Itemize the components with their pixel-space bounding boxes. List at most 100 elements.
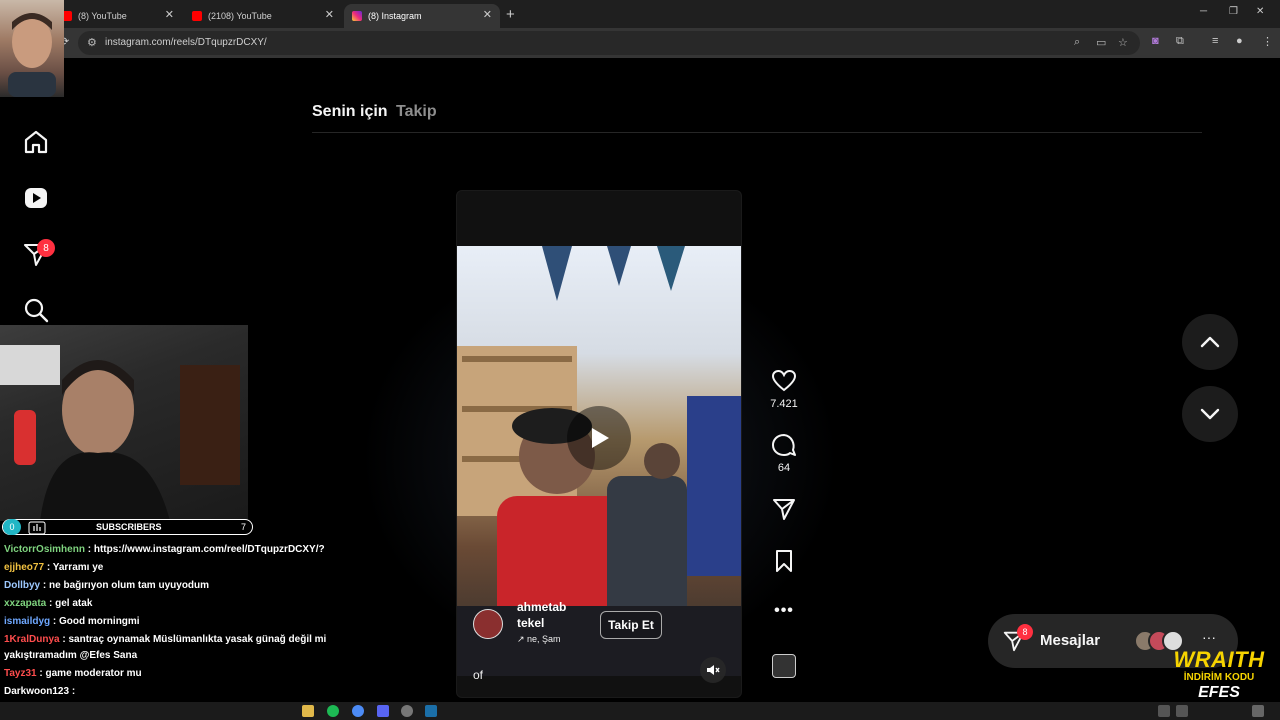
like-button[interactable]	[768, 368, 800, 399]
app-icon[interactable]	[401, 705, 413, 717]
profile-icon[interactable]: ●	[1236, 35, 1243, 47]
follow-button[interactable]: Takip Et	[600, 611, 662, 639]
search-icon[interactable]	[22, 296, 50, 324]
chat-text: yakıştıramadım @Efes Sana	[4, 650, 138, 661]
notifications-icon[interactable]	[1252, 705, 1264, 717]
cast-icon[interactable]: ▭	[1096, 36, 1106, 49]
mute-button[interactable]	[700, 657, 726, 683]
notification-badge: 8	[37, 239, 55, 257]
network-icon[interactable]	[1176, 705, 1188, 717]
tabs-divider	[312, 132, 1202, 133]
browser-tab-bar: (8) YouTube ✕ (2108) YouTube ✕ (8) Insta…	[0, 0, 1280, 28]
next-reel-button[interactable]	[1182, 386, 1238, 442]
sponsor-code-label: İNDİRİM KODU	[1183, 672, 1255, 683]
chat-text: : Yarramı ye	[46, 562, 104, 573]
address-bar[interactable]: ⚙ instagram.com/reels/DTqupzrDCXY/ ⌕ ▭ ☆	[78, 31, 1140, 55]
reel-video-frame[interactable]	[457, 246, 741, 676]
chat-username: VictorrOsimhenn	[4, 544, 85, 555]
chat-username: Tayz31	[4, 668, 37, 679]
tab-youtube-2[interactable]: (2108) YouTube ✕	[184, 4, 342, 28]
discord-icon[interactable]	[377, 705, 389, 717]
close-tab-icon[interactable]: ✕	[325, 8, 334, 21]
webcam-person	[8, 13, 56, 97]
share-button[interactable]	[768, 496, 800, 527]
subscribers-count: 7	[240, 522, 246, 532]
chat-text: : santraç oynamak Müslümanlıkta yasak gü…	[62, 634, 327, 645]
play-icon	[592, 428, 609, 448]
tray-icon[interactable]	[1158, 705, 1170, 717]
media-queue-icon[interactable]: ≡	[1212, 35, 1218, 47]
comment-count: 64	[777, 462, 791, 474]
minimize-icon[interactable]: ─	[1200, 6, 1207, 17]
chrome-icon[interactable]	[352, 705, 364, 717]
tab-for-you[interactable]: Senin için	[312, 103, 388, 121]
subscribers-label: SUBSCRIBERS	[96, 522, 162, 532]
zoom-icon[interactable]: ⌕	[1074, 36, 1080, 49]
chevron-up-icon	[1200, 336, 1220, 348]
previous-reel-button[interactable]	[1182, 314, 1238, 370]
messages-more-icon[interactable]: ···	[1202, 629, 1216, 645]
tab-instagram[interactable]: (8) Instagram ✕	[344, 4, 500, 28]
save-button[interactable]	[768, 548, 800, 579]
home-icon[interactable]	[22, 128, 50, 156]
site-info-icon[interactable]: ⚙	[87, 36, 97, 49]
play-button[interactable]	[567, 406, 631, 470]
author-avatar[interactable]	[473, 609, 503, 639]
os-taskbar	[0, 702, 1280, 720]
tab-youtube-1[interactable]: (8) YouTube ✕	[54, 4, 182, 28]
like-count: 7.421	[770, 398, 798, 410]
reels-icon[interactable]	[22, 184, 50, 212]
chat-username: ismaildyg	[4, 616, 51, 627]
chat-message: Dollbyy : ne bağırıyon olum tam uyuyodum	[4, 578, 209, 594]
close-tab-icon[interactable]: ✕	[483, 8, 492, 21]
chat-username: xxzapata	[4, 598, 47, 609]
comment-icon	[772, 434, 796, 456]
instagram-icon	[352, 11, 362, 21]
browser-toolbar: ⟳ ⚙ instagram.com/reels/DTqupzrDCXY/ ⌕ ▭…	[0, 28, 1280, 58]
tab-title: (2108) YouTube	[208, 11, 272, 21]
more-options-icon[interactable]: •••	[768, 602, 800, 620]
chat-username: ejjheo77	[4, 562, 45, 573]
tab-title: (8) Instagram	[368, 11, 422, 21]
chat-message: ismaildyg : Good morningmi	[4, 614, 140, 630]
muted-speaker-icon	[707, 665, 720, 675]
author-name[interactable]: ahmetab tekel	[517, 599, 577, 631]
file-explorer-icon[interactable]	[302, 705, 314, 717]
sponsor-code: EFES	[1198, 684, 1240, 701]
chat-username: Darkwoon123	[4, 686, 70, 697]
reel-player[interactable]: ahmetab tekel ↗ ne, Şam Takip Et of	[456, 190, 742, 698]
chat-username: Dollbyy	[4, 580, 41, 591]
chevron-down-icon	[1200, 408, 1220, 420]
chat-message: 1KralDunya : santraç oynamak Müslümanlık…	[4, 632, 326, 648]
close-tab-icon[interactable]: ✕	[165, 8, 174, 21]
chat-text: : game moderator mu	[39, 668, 142, 679]
webcam-person	[0, 345, 240, 521]
chart-icon	[28, 521, 46, 535]
webcam-overlay-small	[0, 0, 64, 97]
chat-message: yakıştıramadım @Efes Sana	[4, 648, 137, 664]
share-icon	[773, 499, 795, 520]
tab-title: (8) YouTube	[78, 11, 127, 21]
bookmark-star-icon[interactable]: ☆	[1118, 36, 1128, 49]
steam-icon[interactable]	[425, 705, 437, 717]
menu-dots-icon[interactable]: ⋮	[1262, 35, 1273, 48]
extensions-puzzle-icon[interactable]: ⧉	[1176, 35, 1184, 48]
sponsor-banner: WRAITH İNDİRİM KODU EFES	[1163, 648, 1275, 708]
messages-badge: 8	[1017, 624, 1033, 640]
chat-username: 1KralDunya	[4, 634, 60, 645]
comment-button[interactable]	[768, 432, 800, 463]
chat-text: : gel atak	[49, 598, 93, 609]
chat-text: : https://www.instagram.com/reel/DTqupzr…	[87, 544, 325, 555]
tab-following[interactable]: Takip	[396, 103, 437, 121]
audio-thumbnail[interactable]	[772, 654, 796, 678]
extension-icon[interactable]: ◙	[1152, 35, 1159, 47]
spotify-icon[interactable]	[327, 705, 339, 717]
url-text[interactable]: instagram.com/reels/DTqupzrDCXY/	[105, 37, 267, 48]
messages-label: Mesajlar	[1040, 632, 1101, 649]
restore-icon[interactable]: ❐	[1229, 6, 1238, 17]
close-window-icon[interactable]: ✕	[1256, 6, 1264, 17]
chat-text: :	[71, 686, 76, 697]
youtube-icon	[192, 11, 202, 21]
new-tab-button[interactable]: +	[506, 6, 515, 23]
audio-info[interactable]: ↗ ne, Şam	[517, 634, 561, 645]
